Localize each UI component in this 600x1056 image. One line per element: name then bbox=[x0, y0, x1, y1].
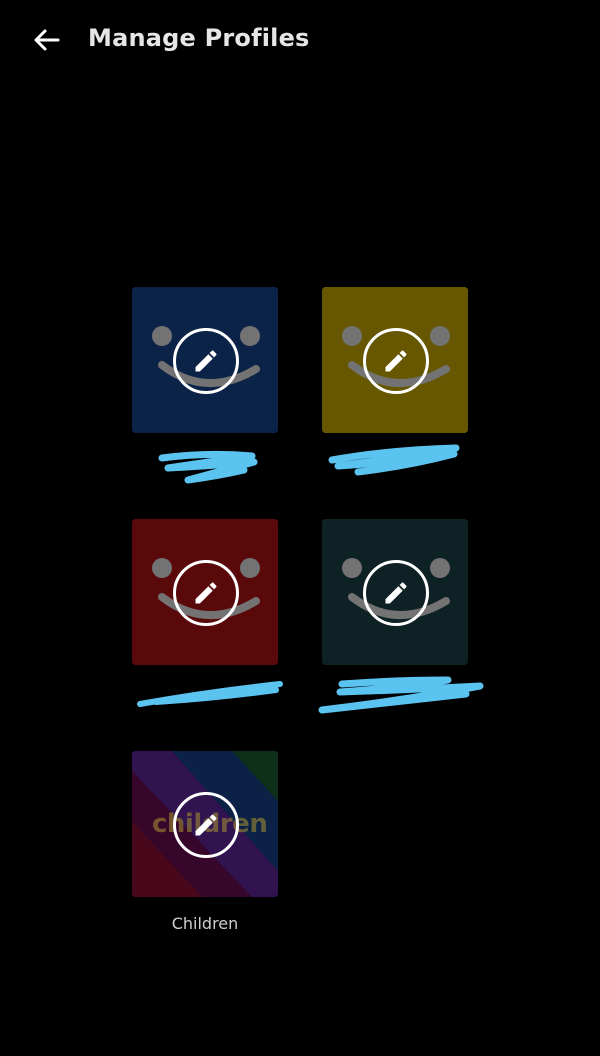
profile-tile-children[interactable]: children bbox=[132, 751, 278, 897]
top-bar: Manage Profiles bbox=[0, 0, 600, 80]
pencil-icon bbox=[195, 350, 217, 372]
redaction-scribble bbox=[158, 450, 258, 484]
pencil-icon bbox=[195, 814, 217, 836]
profile-tile-1[interactable] bbox=[132, 287, 278, 433]
redaction-scribble bbox=[318, 676, 484, 714]
edit-profile-button[interactable] bbox=[173, 792, 239, 858]
edit-profile-button[interactable] bbox=[363, 328, 429, 394]
profile-tile-2[interactable] bbox=[322, 287, 468, 433]
edit-profile-button[interactable] bbox=[173, 328, 239, 394]
pencil-icon bbox=[385, 582, 407, 604]
manage-profiles-screen: Manage Profiles Children bbox=[0, 0, 600, 1056]
profile-tile-4[interactable] bbox=[322, 519, 468, 665]
page-title: Manage Profiles bbox=[88, 24, 310, 52]
pencil-icon bbox=[385, 350, 407, 372]
arrow-left-icon bbox=[34, 29, 60, 51]
edit-profile-button[interactable] bbox=[173, 560, 239, 626]
redaction-scribble bbox=[137, 681, 283, 707]
profile-name-children: Children bbox=[171, 914, 239, 933]
redaction-scribble bbox=[328, 444, 460, 476]
profile-tile-3[interactable] bbox=[132, 519, 278, 665]
edit-profile-button[interactable] bbox=[363, 560, 429, 626]
pencil-icon bbox=[195, 582, 217, 604]
back-button[interactable] bbox=[28, 24, 64, 56]
